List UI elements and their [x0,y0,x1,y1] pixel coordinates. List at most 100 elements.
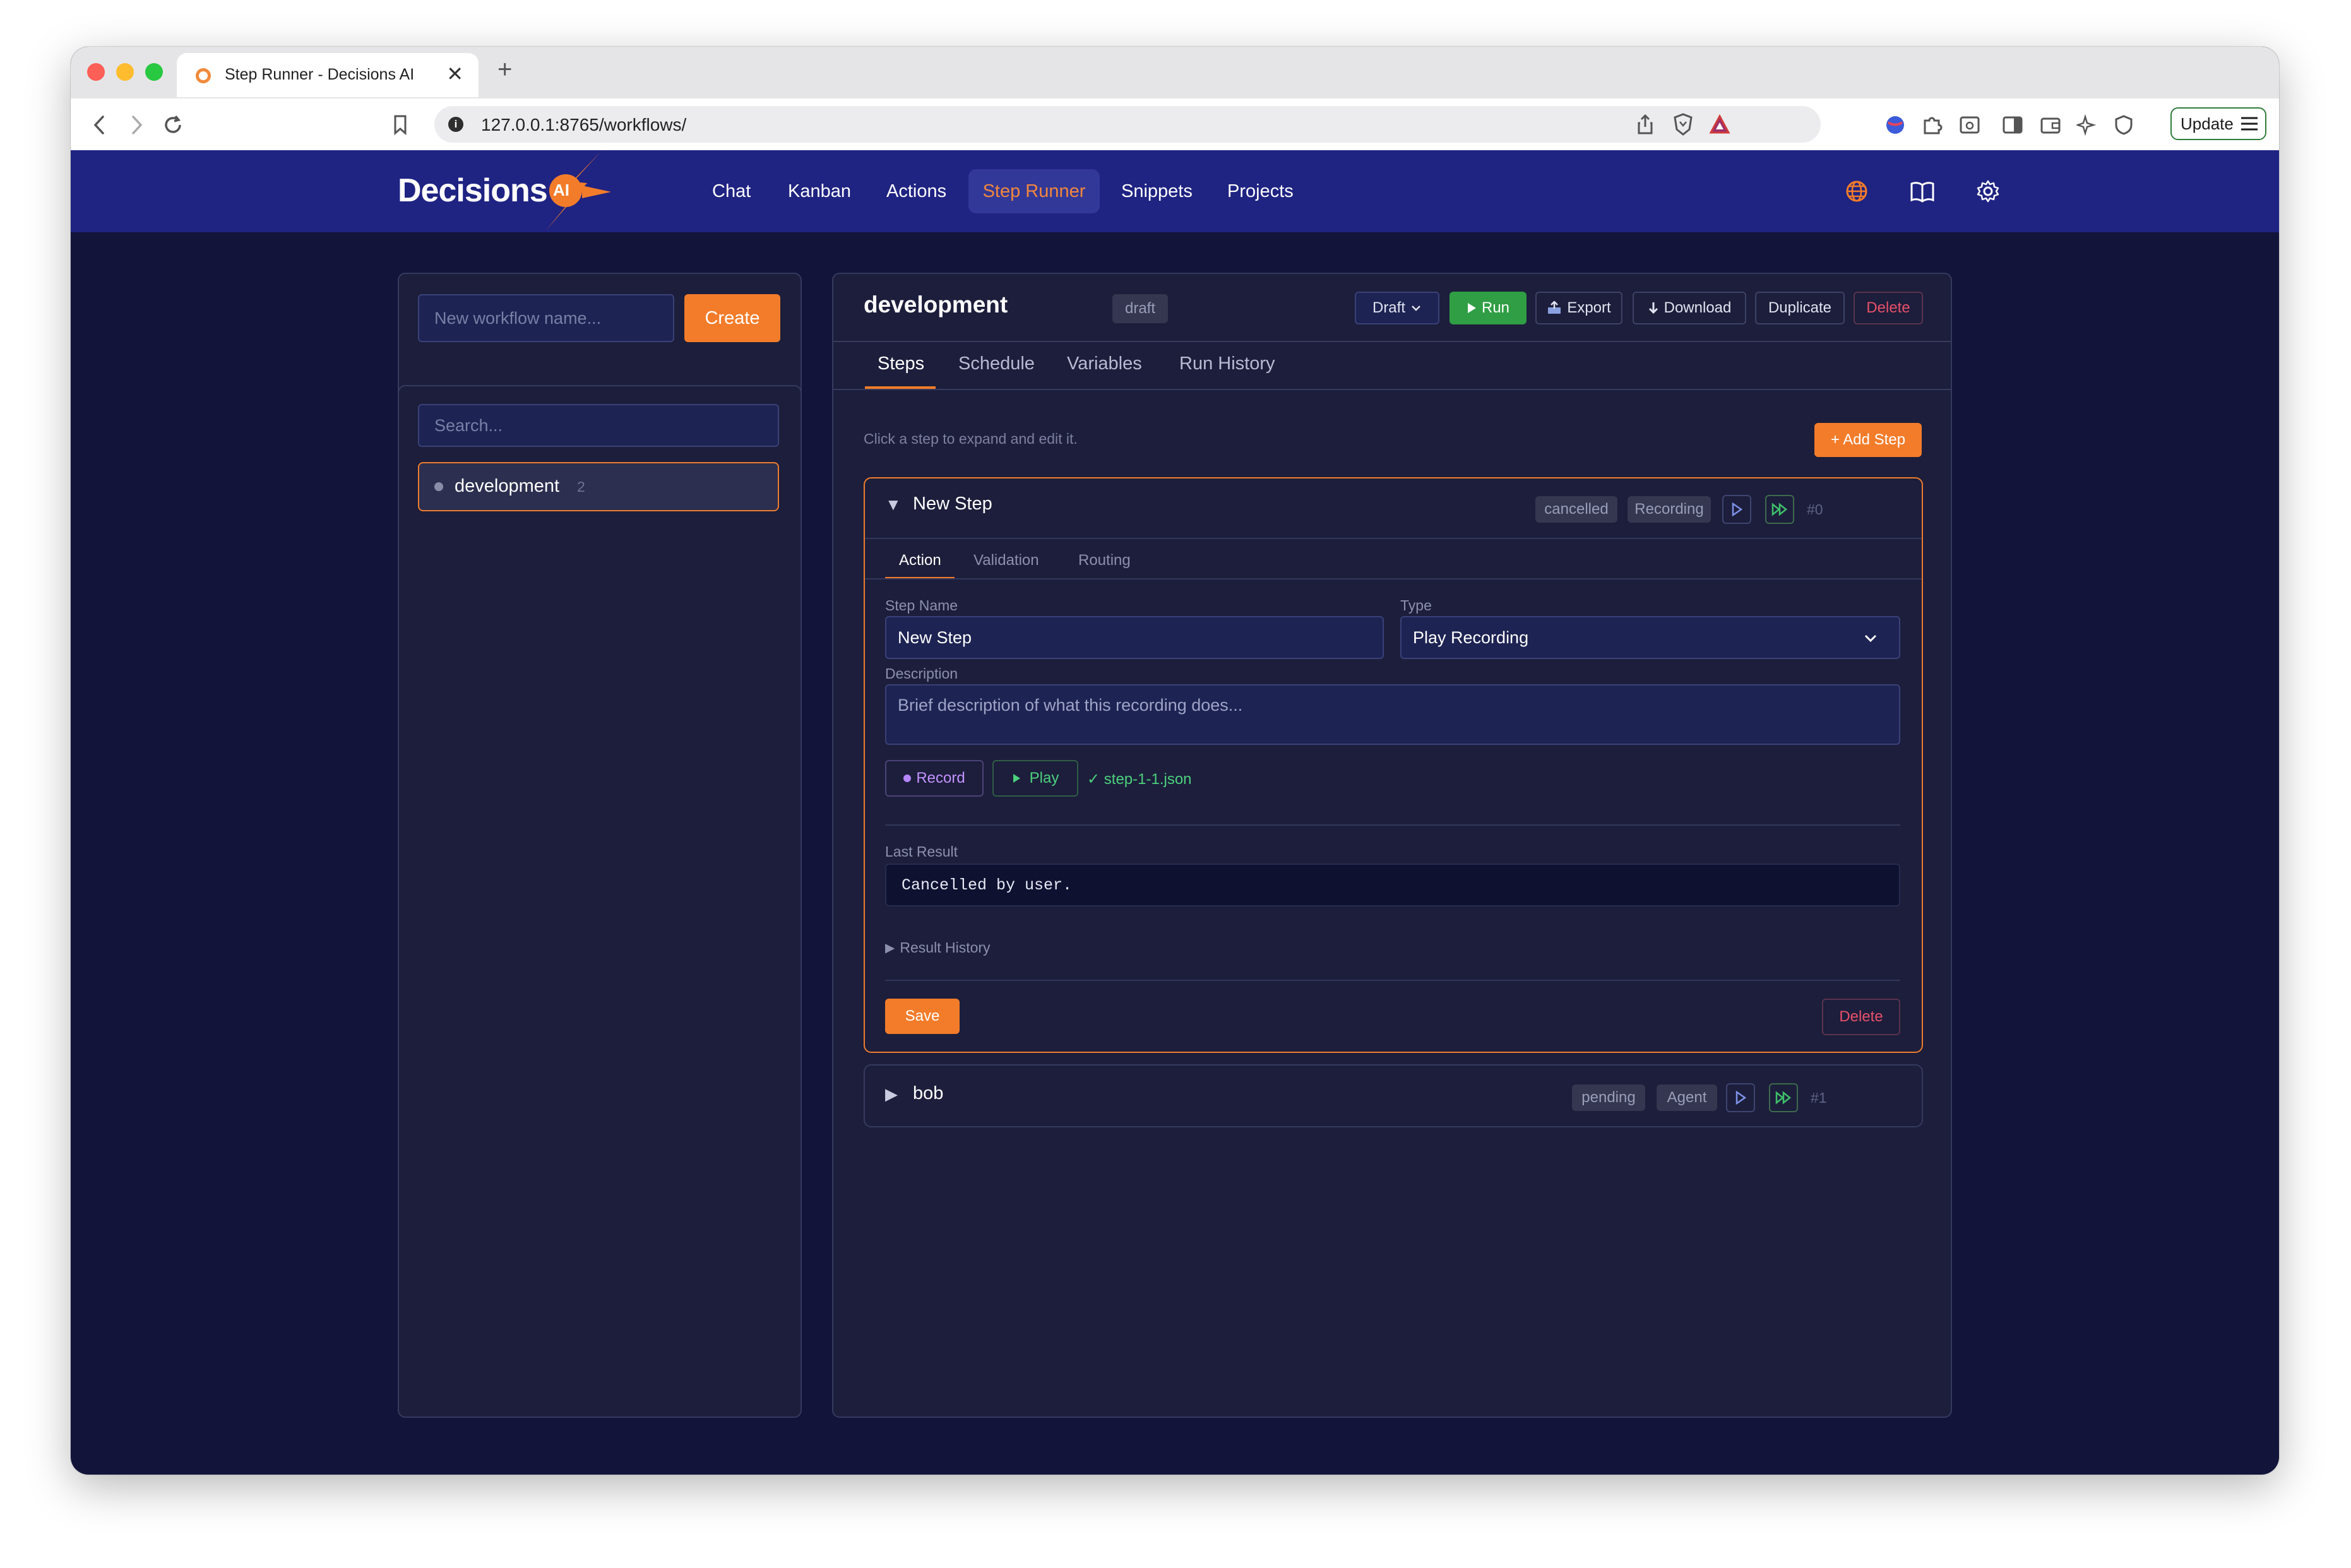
maximize-window-button[interactable] [145,63,163,81]
description-textarea[interactable]: Brief description of what this recording… [885,684,1900,745]
logo-text[interactable]: Decisions [398,172,548,210]
logo-bolt-icon [545,151,611,231]
sidebar-toggle-icon[interactable] [2001,114,2024,136]
vpn-shield-icon[interactable] [2112,114,2135,136]
status-dot [434,482,443,491]
site-info-icon[interactable]: i [448,117,463,132]
chevron-down-icon [1412,306,1420,311]
new-tab-button[interactable]: + [497,56,512,84]
download-button[interactable]: Download [1633,292,1746,324]
update-button[interactable]: Update [2170,107,2266,140]
nav-snippets[interactable]: Snippets [1107,169,1206,213]
leo-ai-icon[interactable] [2076,114,2098,136]
draft-dropdown[interactable]: Draft [1355,292,1439,324]
duplicate-button[interactable]: Duplicate [1755,292,1845,324]
step-kind-badge: Agent [1657,1084,1717,1111]
forward-icon[interactable] [124,112,149,138]
extensions-puzzle-icon[interactable] [1920,114,1943,136]
tab-close-icon[interactable]: ✕ [446,62,463,86]
nav-projects[interactable]: Projects [1213,169,1307,213]
tab-run-history[interactable]: Run History [1179,353,1275,374]
expand-caret-icon[interactable]: ▶ [885,1084,898,1104]
tab-title: Step Runner - Decisions AI [225,66,415,83]
play-label: Play [1029,769,1059,787]
fast-forward-icon [1775,1091,1792,1105]
type-label: Type [1400,597,1432,614]
run-step-button[interactable] [1722,495,1751,524]
brave-rewards-icon[interactable] [1708,113,1731,136]
browser-tab[interactable]: Step Runner - Decisions AI ✕ [177,53,479,97]
last-result-label: Last Result [885,843,958,860]
workflow-status-badge: draft [1112,294,1168,323]
create-button[interactable]: Create [684,294,780,342]
download-icon [1648,302,1658,314]
url-text: 127.0.0.1:8765/workflows/ [481,115,687,134]
workflow-list-item[interactable]: development 2 [418,462,779,511]
play-outline-icon [1735,1091,1747,1105]
run-step-button[interactable] [1726,1083,1755,1112]
delete-workflow-button[interactable]: Delete [1854,292,1923,324]
save-step-button[interactable]: Save [885,999,960,1034]
nav-chat[interactable]: Chat [698,169,765,213]
tab-validation[interactable]: Validation [973,552,1039,569]
workflow-title: development [864,292,1008,318]
last-result-box: Cancelled by user. [885,864,1900,906]
book-icon[interactable] [1909,178,1936,205]
step-card-collapsed[interactable] [864,1064,1923,1127]
browser-tabstrip: Step Runner - Decisions AI ✕ + [71,47,2279,98]
globe-icon[interactable] [1843,178,1870,205]
wallet-icon[interactable] [2039,114,2062,136]
minimize-window-button[interactable] [116,63,134,81]
bookmark-icon[interactable] [388,112,413,138]
run-from-step-button[interactable] [1765,495,1794,524]
description-placeholder: Brief description of what this recording… [898,696,1243,715]
address-bar[interactable]: i 127.0.0.1:8765/workflows/ [434,106,1821,143]
play-recording-button[interactable]: Play [992,760,1078,797]
result-history-toggle[interactable]: ▶ Result History [885,939,991,956]
app-header: Decisions AI Chat Kanban Actions Step Ru… [71,150,2279,232]
recording-divider [885,824,1900,826]
description-label: Description [885,665,958,682]
browser-toolbar: i 127.0.0.1:8765/workflows/ Update [71,98,2279,151]
tab-variables[interactable]: Variables [1067,353,1142,374]
step-index: #1 [1811,1090,1827,1106]
record-dot-icon [903,775,912,782]
step-name-input[interactable]: New Step [885,616,1384,659]
collapse-caret-icon[interactable]: ▼ [885,495,902,514]
run-label: Run [1481,299,1510,316]
tab-action[interactable]: Action [899,552,941,569]
run-from-step-button[interactable] [1769,1083,1798,1112]
share-icon[interactable] [1634,113,1657,136]
gear-icon[interactable] [1975,178,2001,205]
step-status-badge: cancelled [1535,496,1617,523]
delete-step-button[interactable]: Delete [1822,999,1900,1035]
reload-icon[interactable] [160,112,186,138]
header-divider [832,341,1952,342]
search-input[interactable]: Search... [418,404,779,447]
play-icon [1467,303,1476,313]
tab-steps[interactable]: Steps [878,353,924,374]
export-button[interactable]: Export [1535,292,1622,324]
back-icon[interactable] [87,112,112,138]
tab-schedule[interactable]: Schedule [958,353,1035,374]
record-button[interactable]: Record [885,760,984,797]
new-workflow-input[interactable]: New workflow name... [418,294,674,342]
extension-globe-icon[interactable] [1884,114,1907,136]
add-step-button[interactable]: + Add Step [1814,423,1922,457]
brave-shield-icon[interactable] [1672,113,1694,136]
tab-routing[interactable]: Routing [1078,552,1131,569]
type-select[interactable]: Play Recording [1400,616,1900,659]
nav-step-runner[interactable]: Step Runner [968,169,1100,213]
screenshot-search-icon[interactable] [1958,114,1981,136]
workflow-item-count: 2 [577,478,585,495]
step-name[interactable]: bob [913,1083,943,1104]
recording-file: ✓ step-1-1.json [1087,771,1192,788]
run-button[interactable]: Run [1449,292,1527,324]
chevron-down-icon [1864,634,1877,643]
nav-actions[interactable]: Actions [872,169,960,213]
nav-kanban[interactable]: Kanban [774,169,865,213]
browser-window: Step Runner - Decisions AI ✕ + i 127.0.0… [71,47,2279,1475]
close-window-button[interactable] [87,63,105,81]
step-name[interactable]: New Step [913,494,992,514]
play-outline-icon [1732,502,1743,516]
